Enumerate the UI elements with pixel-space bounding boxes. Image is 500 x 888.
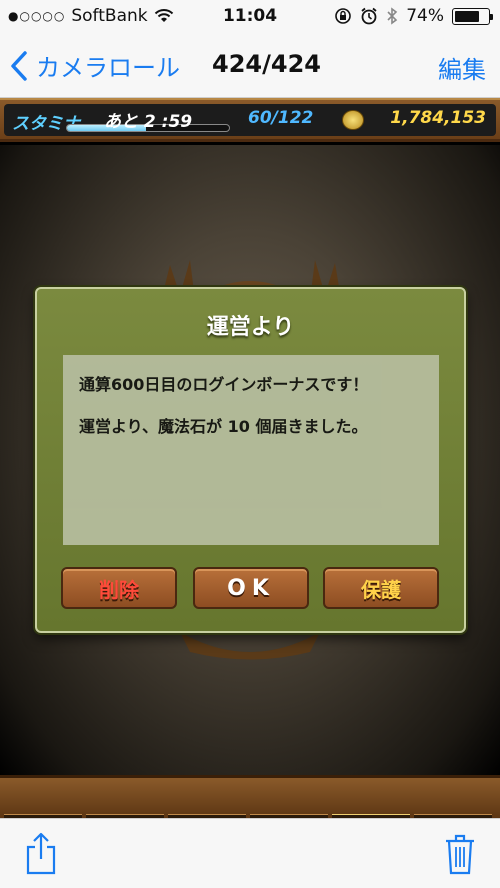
protect-button[interactable]: 保護 [323,567,439,609]
notice-dialog: 運営より 通算600日目のログインボーナスです！ 運営より、魔法石が 10 個届… [35,287,466,633]
battery-level [455,10,479,22]
battery-icon [452,7,493,25]
bluetooth-icon [387,7,398,25]
game-header-panel: スタミナ あと 2 :59 60/122 1,784,153 [4,104,496,136]
nav-bar: カメラロール 424/424 編集 [0,34,500,98]
coin-count: 1,784,153 [390,108,486,128]
alarm-icon [361,7,377,25]
dialog-title: 運営より [206,315,295,340]
back-button[interactable]: カメラロール [10,48,180,83]
photo-counter: 424/424 [212,50,321,78]
stamina-timer: あと 2 :59 [104,112,193,132]
stamina-count: 60/122 [248,108,314,128]
game-header: スタミナ あと 2 :59 60/122 1,784,153 [0,98,500,142]
coin-icon [342,110,364,130]
battery-percent: 74% [406,6,444,26]
back-label: カメラロール [36,54,180,82]
edit-button[interactable]: 編集 [438,50,486,85]
ok-button[interactable]: OK [193,567,309,609]
message-line-1: 通算600日目のログインボーナスです！ [79,375,369,394]
game-bottom-strip [0,775,500,822]
status-bar: ●○○○○ SoftBank 11:04 74% [0,0,500,34]
status-right: 74% [334,6,493,26]
chevron-left-icon [11,50,27,81]
emblem-decoration-bottom [180,632,320,660]
trash-icon[interactable] [444,831,476,875]
rotation-lock-icon [335,8,352,24]
bottom-toolbar [0,818,500,888]
dialog-message-box: 通算600日目のログインボーナスです！ 運営より、魔法石が 10 個届きました。 [63,355,439,545]
share-icon[interactable] [24,831,58,875]
message-line-2: 運営より、魔法石が 10 個届きました。 [79,417,368,436]
delete-button[interactable]: 削除 [61,567,177,609]
